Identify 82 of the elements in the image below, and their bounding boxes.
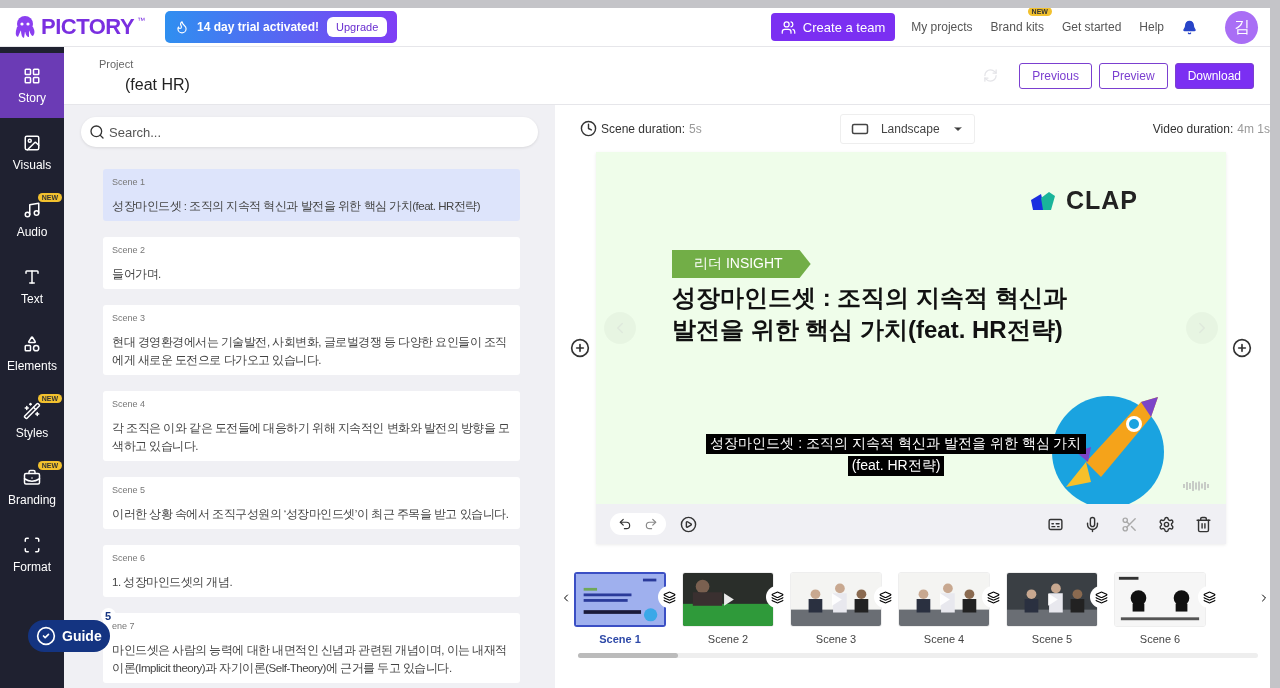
trash-icon[interactable] [1195,515,1212,533]
scene-label: Scene 2 [112,245,146,256]
briefcase-icon [23,468,41,487]
scene-card[interactable]: Scene 1 성장마인드셋 : 조직의 지속적 혁신과 발전을 위한 핵심 가치(feat. HR전략) [103,169,520,221]
scene-card[interactable]: Scene 3 현대 경영환경에서는 기술발전, 사회변화, 글로벌경쟁 등 다양한 요인들이 조직에게 새로운 도전으로 다가오고 있습니다. [103,305,520,375]
waveform-icon [1182,480,1212,492]
guide-button[interactable]: Guide [28,620,110,652]
toolbar-button[interactable]: Previous [1019,62,1092,89]
video-duration: Video duration: 4m 1s [1152,121,1270,136]
slide-title: 발전을 위한 핵심 가치(feat. HR전략) [672,315,1063,346]
scene-text: 성장마인드셋 : 조직의 지속적 혁신과 발전을 위한 핵심 가치(feat. HR전략) [112,199,482,214]
toolbar-button[interactable]: Download [1174,62,1254,89]
orientation-dropdown[interactable]: Landscape [839,113,975,144]
check-icon [36,626,56,646]
bell-icon[interactable] [1182,19,1197,35]
text-icon [23,267,41,286]
scene-label: Scene 4 [112,399,146,410]
undo-icon[interactable] [618,517,632,531]
sidebar-item[interactable]: Text [0,254,64,319]
sidebar-item[interactable]: Elements [0,321,64,386]
scene-card[interactable]: Scene 4 각 조직은 이와 같은 도전들에 대응하기 위해 지속적인 변화와 발전의 방향을 모색하고 있습니다. [103,391,520,461]
redo-icon[interactable] [644,517,658,531]
scene-text: 현대 경영환경에서는 기술발전, 사회변화, 글로벌경쟁 등 다양한 요인들이 조직에게 새로운 도전으로 다가오고 있습니다. [112,335,508,368]
wand-icon [23,401,41,420]
scene-card[interactable]: Scene 6 1. 성장마인드셋의 개념. [103,545,520,597]
toolbar-button[interactable]: Preview [1098,62,1168,89]
search-icon [89,124,105,140]
slide-title: 성장마인드셋 : 조직의 지속적 혁신과 [672,283,1067,313]
image-icon [23,133,41,152]
refresh-icon [983,68,999,83]
scene-card[interactable]: Scene 2 들어가며. [103,237,520,289]
brand-name: CLAP [1065,186,1138,215]
thumbnail-label: Scene 4 [923,633,965,645]
undo-redo-control[interactable] [610,513,666,535]
project-label: Project [99,57,135,70]
sidebar-item[interactable]: Story [0,53,64,118]
settings-icon[interactable] [1158,515,1175,533]
play-icon[interactable] [680,515,697,533]
search-field[interactable]: Search... [81,117,538,147]
scene-duration: Scene duration: 5s [601,121,702,136]
nav-link[interactable]: Get started [1061,20,1122,34]
add-scene-icon[interactable] [1232,338,1252,358]
tag-label: 리더 INSIGHT [672,250,811,278]
scene-text: 이러한 상황 속에서 조직구성원의 ‘성장마인드셋’이 최근 주목을 받고 있습니다. [112,507,510,522]
project-title: (feat HR) [125,75,190,94]
add-scene-icon[interactable] [570,338,590,358]
count-badge: 5 [100,608,116,623]
scene-text: 마인드셋은 사람의 능력에 대한 내면적인 신념과 관련된 개념이며, 이는 내재적 이론(Implicit theory)과 자기이론(Self-Theory)에 근거를 두고 있습니다. [112,643,508,676]
thumbnail-label: Scene 1 [599,633,641,645]
logo-text: PICTORY [41,14,135,40]
nav-link[interactable]: Brand kits [990,20,1044,34]
nav-link[interactable]: My projects [911,20,973,34]
frame-icon [23,535,41,554]
trial-text: 14 day trial activated! [197,20,320,34]
trademark-mark: ™ [137,16,146,25]
subtitle-caption: 성장마인드셋 : 조직의 지속적 혁신과 발전을 위한 핵심 가치 [706,434,1086,454]
scene-label: ene 7 [112,621,135,632]
scene-label: Scene 6 [112,553,146,564]
scene-text: 각 조직은 이와 같은 도전들에 대응하기 위해 지속적인 변화와 발전의 방향을 모색하고 있습니다. [112,421,511,454]
nav-link[interactable]: Help [1139,20,1164,34]
upgrade-button[interactable]: Upgrade [327,17,388,37]
shapes-icon [23,334,41,353]
sidebar-item[interactable]: Format [0,522,64,587]
flame-icon [175,20,189,34]
scene-card[interactable]: Scene 5 이러한 상황 속에서 조직구성원의 ‘성장마인드셋’이 최근 주목을 받고 있습니다. [103,477,520,529]
grid-icon [23,66,41,85]
sidebar-item[interactable]: Visuals [0,120,64,185]
scene-label: Scene 5 [112,485,146,496]
scene-label: Scene 3 [112,313,146,324]
music-note-icon [23,200,41,219]
thumbnail-label: Scene 5 [1031,633,1073,645]
thumbnail-label: Scene 3 [815,633,857,645]
create-team-button[interactable]: Create a team [770,13,896,41]
thumbnail-label: Scene 6 [1139,633,1181,645]
scene-label: Scene 1 [112,177,146,188]
users-icon [780,19,796,35]
scene-text: 들어가며. [112,267,162,282]
subtitle-caption: (feat. HR전략) [847,456,945,476]
microphone-icon[interactable] [1084,515,1101,533]
clock-icon [580,120,597,137]
thumbnail-label: Scene 2 [707,633,749,645]
scene-text: 1. 성장마인드셋의 개념. [112,575,234,590]
